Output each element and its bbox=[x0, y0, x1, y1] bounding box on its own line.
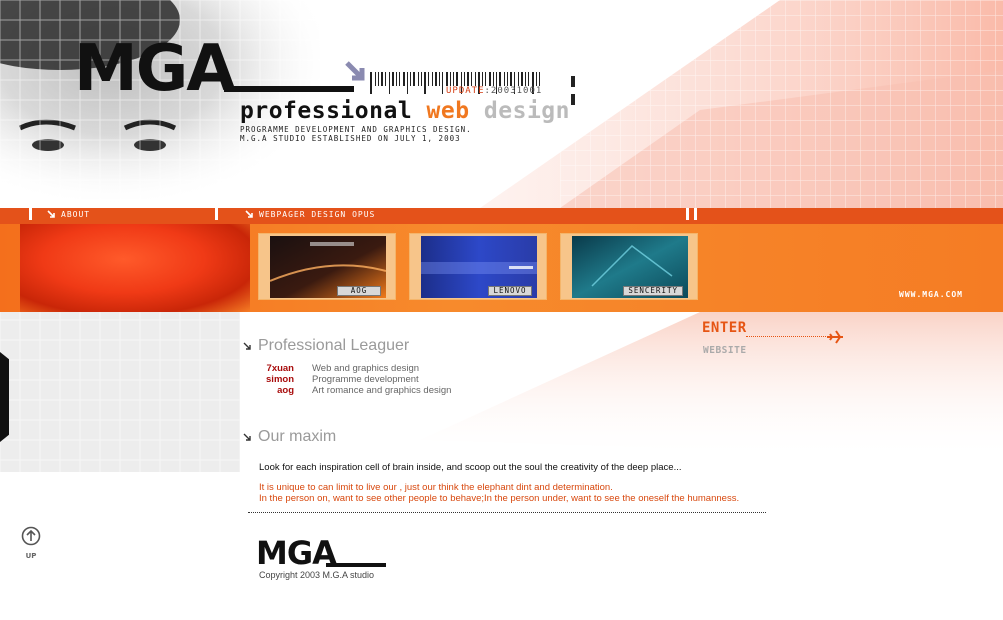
barcode-stripe bbox=[403, 72, 405, 86]
maxim-text: Look for each inspiration cell of brain … bbox=[259, 462, 682, 473]
barcode-stripe bbox=[453, 72, 454, 86]
barcode-stripe bbox=[378, 72, 379, 86]
opus-thumbnail-sencerity[interactable]: SENCERITY bbox=[560, 233, 698, 300]
arrow-down-right-icon bbox=[345, 61, 365, 81]
barcode-stripe bbox=[450, 72, 451, 86]
footer-mga-logo: MGA bbox=[256, 536, 386, 568]
barcode-stripe bbox=[385, 72, 386, 86]
barcode-stripe bbox=[518, 72, 519, 86]
barcode-stripe bbox=[482, 72, 483, 86]
barcode-stripe bbox=[396, 72, 397, 86]
nav-tick bbox=[694, 208, 697, 220]
section-title-leaguer: Professional Leaguer bbox=[258, 337, 410, 354]
member-role: Art romance and graphics design bbox=[312, 385, 452, 396]
maxim-quote: It is unique to can limit to live our , … bbox=[259, 482, 740, 504]
left-edge-bar bbox=[0, 352, 9, 442]
barcode-stripe bbox=[439, 72, 440, 86]
barcode-stripe bbox=[442, 72, 443, 94]
arrow-up-circle-icon bbox=[21, 526, 41, 546]
barcode-stripe bbox=[507, 72, 508, 86]
barcode-stripe bbox=[424, 72, 426, 94]
barcode-stripe bbox=[392, 72, 394, 86]
barcode-stripe bbox=[464, 72, 465, 86]
member-row: simon Programme development bbox=[256, 374, 451, 385]
site-url[interactable]: WWW.MGA.COM bbox=[899, 290, 963, 299]
website-label: WEBSITE bbox=[703, 345, 747, 356]
footer-logo-text: MGA bbox=[256, 536, 337, 568]
arrow-down-right-icon bbox=[47, 210, 55, 218]
barcode-stripe bbox=[418, 72, 419, 86]
pause-icon bbox=[571, 74, 583, 105]
barcode-stripe bbox=[456, 72, 458, 86]
mga-logo[interactable]: MGA bbox=[74, 36, 354, 98]
portrait-color-overlay bbox=[20, 224, 250, 312]
barcode-stripe bbox=[521, 72, 523, 86]
barcode-stripe bbox=[370, 72, 372, 94]
barcode-stripe bbox=[410, 72, 411, 86]
member-name[interactable]: 7xuan bbox=[256, 363, 294, 374]
nav-about[interactable]: ABOUT bbox=[47, 210, 90, 219]
nav-tick bbox=[686, 208, 689, 220]
tagline: professional web design bbox=[240, 98, 570, 124]
barcode-stripe bbox=[528, 72, 529, 86]
nav-opus-label: WEBPAGER DESIGN OPUS bbox=[259, 210, 376, 219]
member-name[interactable]: aog bbox=[256, 385, 294, 396]
thumbnail-label: AOG bbox=[337, 286, 381, 296]
member-role: Programme development bbox=[312, 374, 419, 385]
thumbnail-label: SENCERITY bbox=[623, 286, 683, 296]
studio-description: PROGRAMME DEVELOPMENT AND GRAPHICS DESIG… bbox=[240, 125, 472, 143]
barcode-stripe bbox=[536, 72, 537, 86]
barcode-stripe bbox=[475, 72, 476, 86]
barcode-stripe bbox=[489, 72, 491, 86]
member-row: 7xuan Web and graphics design bbox=[256, 363, 451, 374]
barcode-stripe bbox=[413, 72, 415, 86]
barcode-stripe bbox=[381, 72, 383, 86]
barcode-stripe bbox=[435, 72, 437, 86]
copyright-text: Copyright 2003 M.G.A studio bbox=[259, 570, 375, 580]
barcode-stripe bbox=[471, 72, 472, 86]
barcode-stripe bbox=[525, 72, 526, 86]
barcode-stripe bbox=[510, 72, 512, 86]
member-role: Web and graphics design bbox=[312, 363, 420, 374]
members-list: 7xuan Web and graphics design simon Prog… bbox=[256, 363, 451, 396]
barcode-stripe bbox=[399, 72, 400, 86]
nav-tick bbox=[215, 208, 218, 220]
barcode-stripe bbox=[499, 72, 501, 86]
nav-webpager-design-opus[interactable]: WEBPAGER DESIGN OPUS bbox=[245, 210, 375, 219]
logo-text: MGA bbox=[74, 36, 236, 98]
barcode-stripe bbox=[446, 72, 448, 86]
barcode-stripe bbox=[493, 72, 494, 86]
arrow-down-right-icon bbox=[243, 342, 251, 350]
scroll-up-button[interactable]: UP bbox=[20, 526, 42, 560]
dotted-divider bbox=[248, 512, 766, 513]
update-label: UPDATE:20031001 bbox=[446, 86, 543, 96]
barcode-stripe bbox=[467, 72, 469, 86]
member-row: aog Art romance and graphics design bbox=[256, 385, 451, 396]
barcode-stripe bbox=[432, 72, 433, 86]
arrow-down-right-icon bbox=[245, 210, 253, 218]
barcode-stripe bbox=[407, 72, 408, 94]
nav-tick bbox=[29, 208, 32, 220]
nav-about-label: ABOUT bbox=[61, 210, 91, 219]
barcode-stripe bbox=[375, 72, 376, 86]
member-name[interactable]: simon bbox=[256, 374, 294, 385]
opus-thumbnail-aog[interactable]: AOG bbox=[258, 233, 396, 300]
up-label: UP bbox=[25, 552, 37, 560]
opus-thumbnail-lenovo[interactable]: LENOVO bbox=[409, 233, 547, 300]
barcode-stripe bbox=[504, 72, 505, 86]
nav-bar bbox=[0, 208, 1003, 224]
arrow-down-right-icon bbox=[243, 433, 251, 441]
airplane-icon[interactable] bbox=[826, 328, 844, 346]
barcode-stripe bbox=[389, 72, 390, 94]
section-title-maxim: Our maxim bbox=[258, 428, 337, 445]
thumbnail-label: LENOVO bbox=[488, 286, 532, 296]
barcode-stripe bbox=[539, 72, 540, 86]
barcode-stripe bbox=[428, 72, 429, 86]
enter-dotted-line bbox=[746, 336, 828, 337]
barcode-stripe bbox=[485, 72, 486, 86]
enter-link[interactable]: ENTER bbox=[702, 320, 747, 336]
barcode-stripe bbox=[421, 72, 422, 86]
